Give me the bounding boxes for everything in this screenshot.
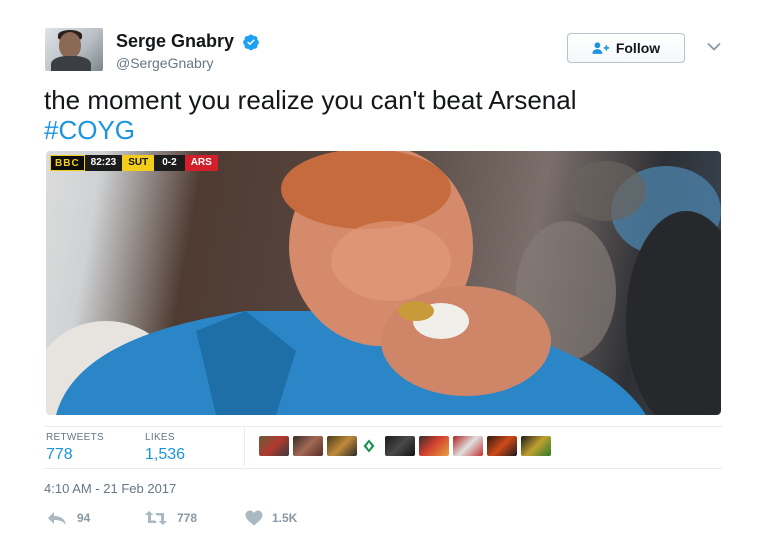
- retweet-button[interactable]: 778: [144, 510, 242, 526]
- liker-avatar[interactable]: [487, 436, 517, 456]
- scorebug-home-team: SUT: [122, 155, 155, 171]
- avatar[interactable]: [45, 28, 103, 71]
- liker-avatar[interactable]: [419, 436, 449, 456]
- tweet-text: the moment you realize you can't beat Ar…: [44, 85, 577, 145]
- avatar-shoulders: [51, 56, 91, 71]
- reply-icon: [48, 512, 66, 525]
- user-plus-icon: [592, 42, 609, 54]
- scorebug-channel: BBC: [50, 155, 85, 171]
- user-name-block: Serge Gnabry @SergeGnabry: [116, 31, 260, 71]
- retweet-icon: [145, 511, 167, 525]
- user-handle[interactable]: @SergeGnabry: [116, 55, 260, 71]
- stats-divider-bottom: [44, 468, 722, 469]
- liker-avatar[interactable]: [385, 436, 415, 456]
- tweet-media-image[interactable]: BBC 82:23 SUT 0-2 ARS: [46, 151, 721, 415]
- scorebug-score: 0-2: [154, 155, 185, 171]
- likes-stat[interactable]: LIKES 1,536: [145, 432, 185, 464]
- retweets-stat[interactable]: RETWEETS 778: [46, 432, 104, 464]
- scorebug: BBC 82:23 SUT 0-2 ARS: [50, 155, 218, 171]
- tweet-body: the moment you realize you can't beat Ar…: [44, 85, 577, 115]
- liker-avatar[interactable]: [293, 436, 323, 456]
- scorebug-away-team: ARS: [184, 155, 218, 171]
- liker-avatar[interactable]: [327, 436, 357, 456]
- retweets-label: RETWEETS: [46, 432, 104, 443]
- avatar-head: [59, 32, 81, 58]
- liker-avatar[interactable]: [521, 436, 551, 456]
- stats-separator: [244, 428, 245, 466]
- liker-avatar[interactable]: [453, 436, 483, 456]
- follow-button[interactable]: Follow: [567, 33, 685, 63]
- stats-divider-top: [44, 426, 722, 427]
- chevron-down-icon[interactable]: [707, 42, 721, 51]
- retweet-count: 778: [177, 511, 198, 525]
- scorebug-clock: 82:23: [84, 155, 123, 171]
- werder-bremen-icon[interactable]: [363, 439, 375, 453]
- like-button[interactable]: 1.5K: [245, 510, 297, 526]
- retweets-value[interactable]: 778: [46, 446, 104, 464]
- tweet-actions: 94 778 1.5K: [46, 510, 297, 526]
- hashtag-link[interactable]: #COYG: [44, 115, 577, 145]
- like-count: 1.5K: [272, 511, 298, 525]
- reply-button[interactable]: 94: [46, 510, 118, 526]
- likes-label: LIKES: [145, 432, 175, 443]
- heart-icon: [245, 510, 263, 526]
- media-scene: [46, 151, 721, 415]
- follow-button-label: Follow: [615, 40, 661, 56]
- display-name[interactable]: Serge Gnabry: [116, 31, 234, 52]
- reply-count: 94: [77, 511, 91, 525]
- verified-badge-icon: [242, 34, 259, 50]
- liker-avatars: [259, 436, 555, 456]
- tweet-timestamp[interactable]: 4:10 AM - 21 Feb 2017: [44, 481, 176, 496]
- likes-value[interactable]: 1,536: [145, 446, 185, 464]
- liker-avatar[interactable]: [259, 436, 289, 456]
